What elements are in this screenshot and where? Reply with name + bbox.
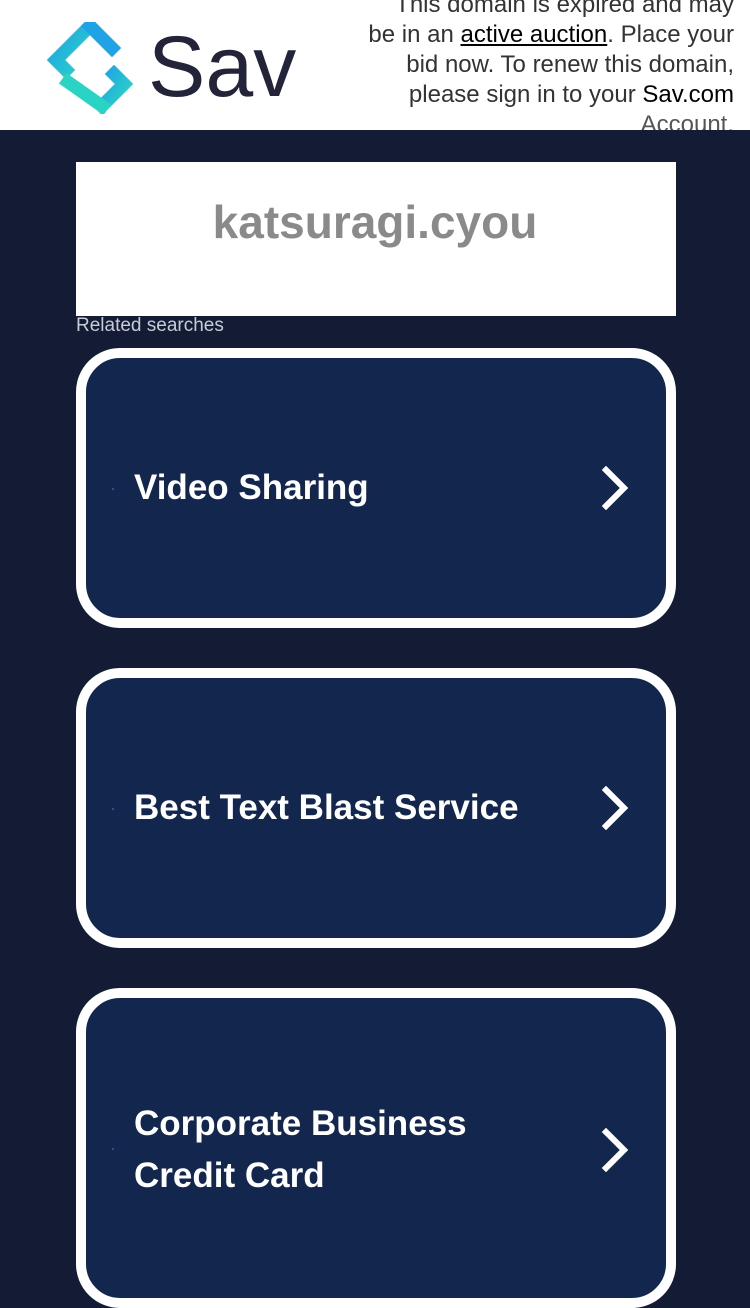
notice-text-3: Account. [640, 111, 734, 130]
chevron-right-icon [601, 786, 629, 830]
chevron-right-icon [601, 466, 629, 510]
domain-name: katsuragi.cyou [212, 196, 538, 248]
related-search-label: Best Text Blast Service [134, 788, 519, 827]
card-bullet [112, 1148, 114, 1150]
chevron-right-icon [601, 1128, 629, 1172]
card-bullet [112, 488, 114, 490]
sav-logo[interactable]: Sav [44, 22, 314, 114]
related-search-label: Video Sharing [134, 468, 369, 507]
related-search-label: Corporate Business Credit Card [134, 1104, 467, 1195]
related-search-best-text-blast-service[interactable]: Best Text Blast Service [76, 668, 676, 948]
sav-account-link[interactable]: Sav.com [642, 81, 734, 108]
expired-notice: This domain is expired and may be in an … [364, 0, 734, 130]
related-searches-label: Related searches [76, 315, 224, 336]
logo-text: Sav [148, 22, 296, 114]
sav-logo-icon: Sav [46, 22, 296, 114]
related-search-corporate-business-credit-card[interactable]: Corporate Business Credit Card [76, 988, 676, 1308]
card-bullet [112, 808, 114, 810]
active-auction-link[interactable]: active auction [461, 21, 608, 48]
related-search-video-sharing[interactable]: Video Sharing [76, 348, 676, 628]
site-header: Sav This domain is expired and may be in… [0, 0, 750, 130]
